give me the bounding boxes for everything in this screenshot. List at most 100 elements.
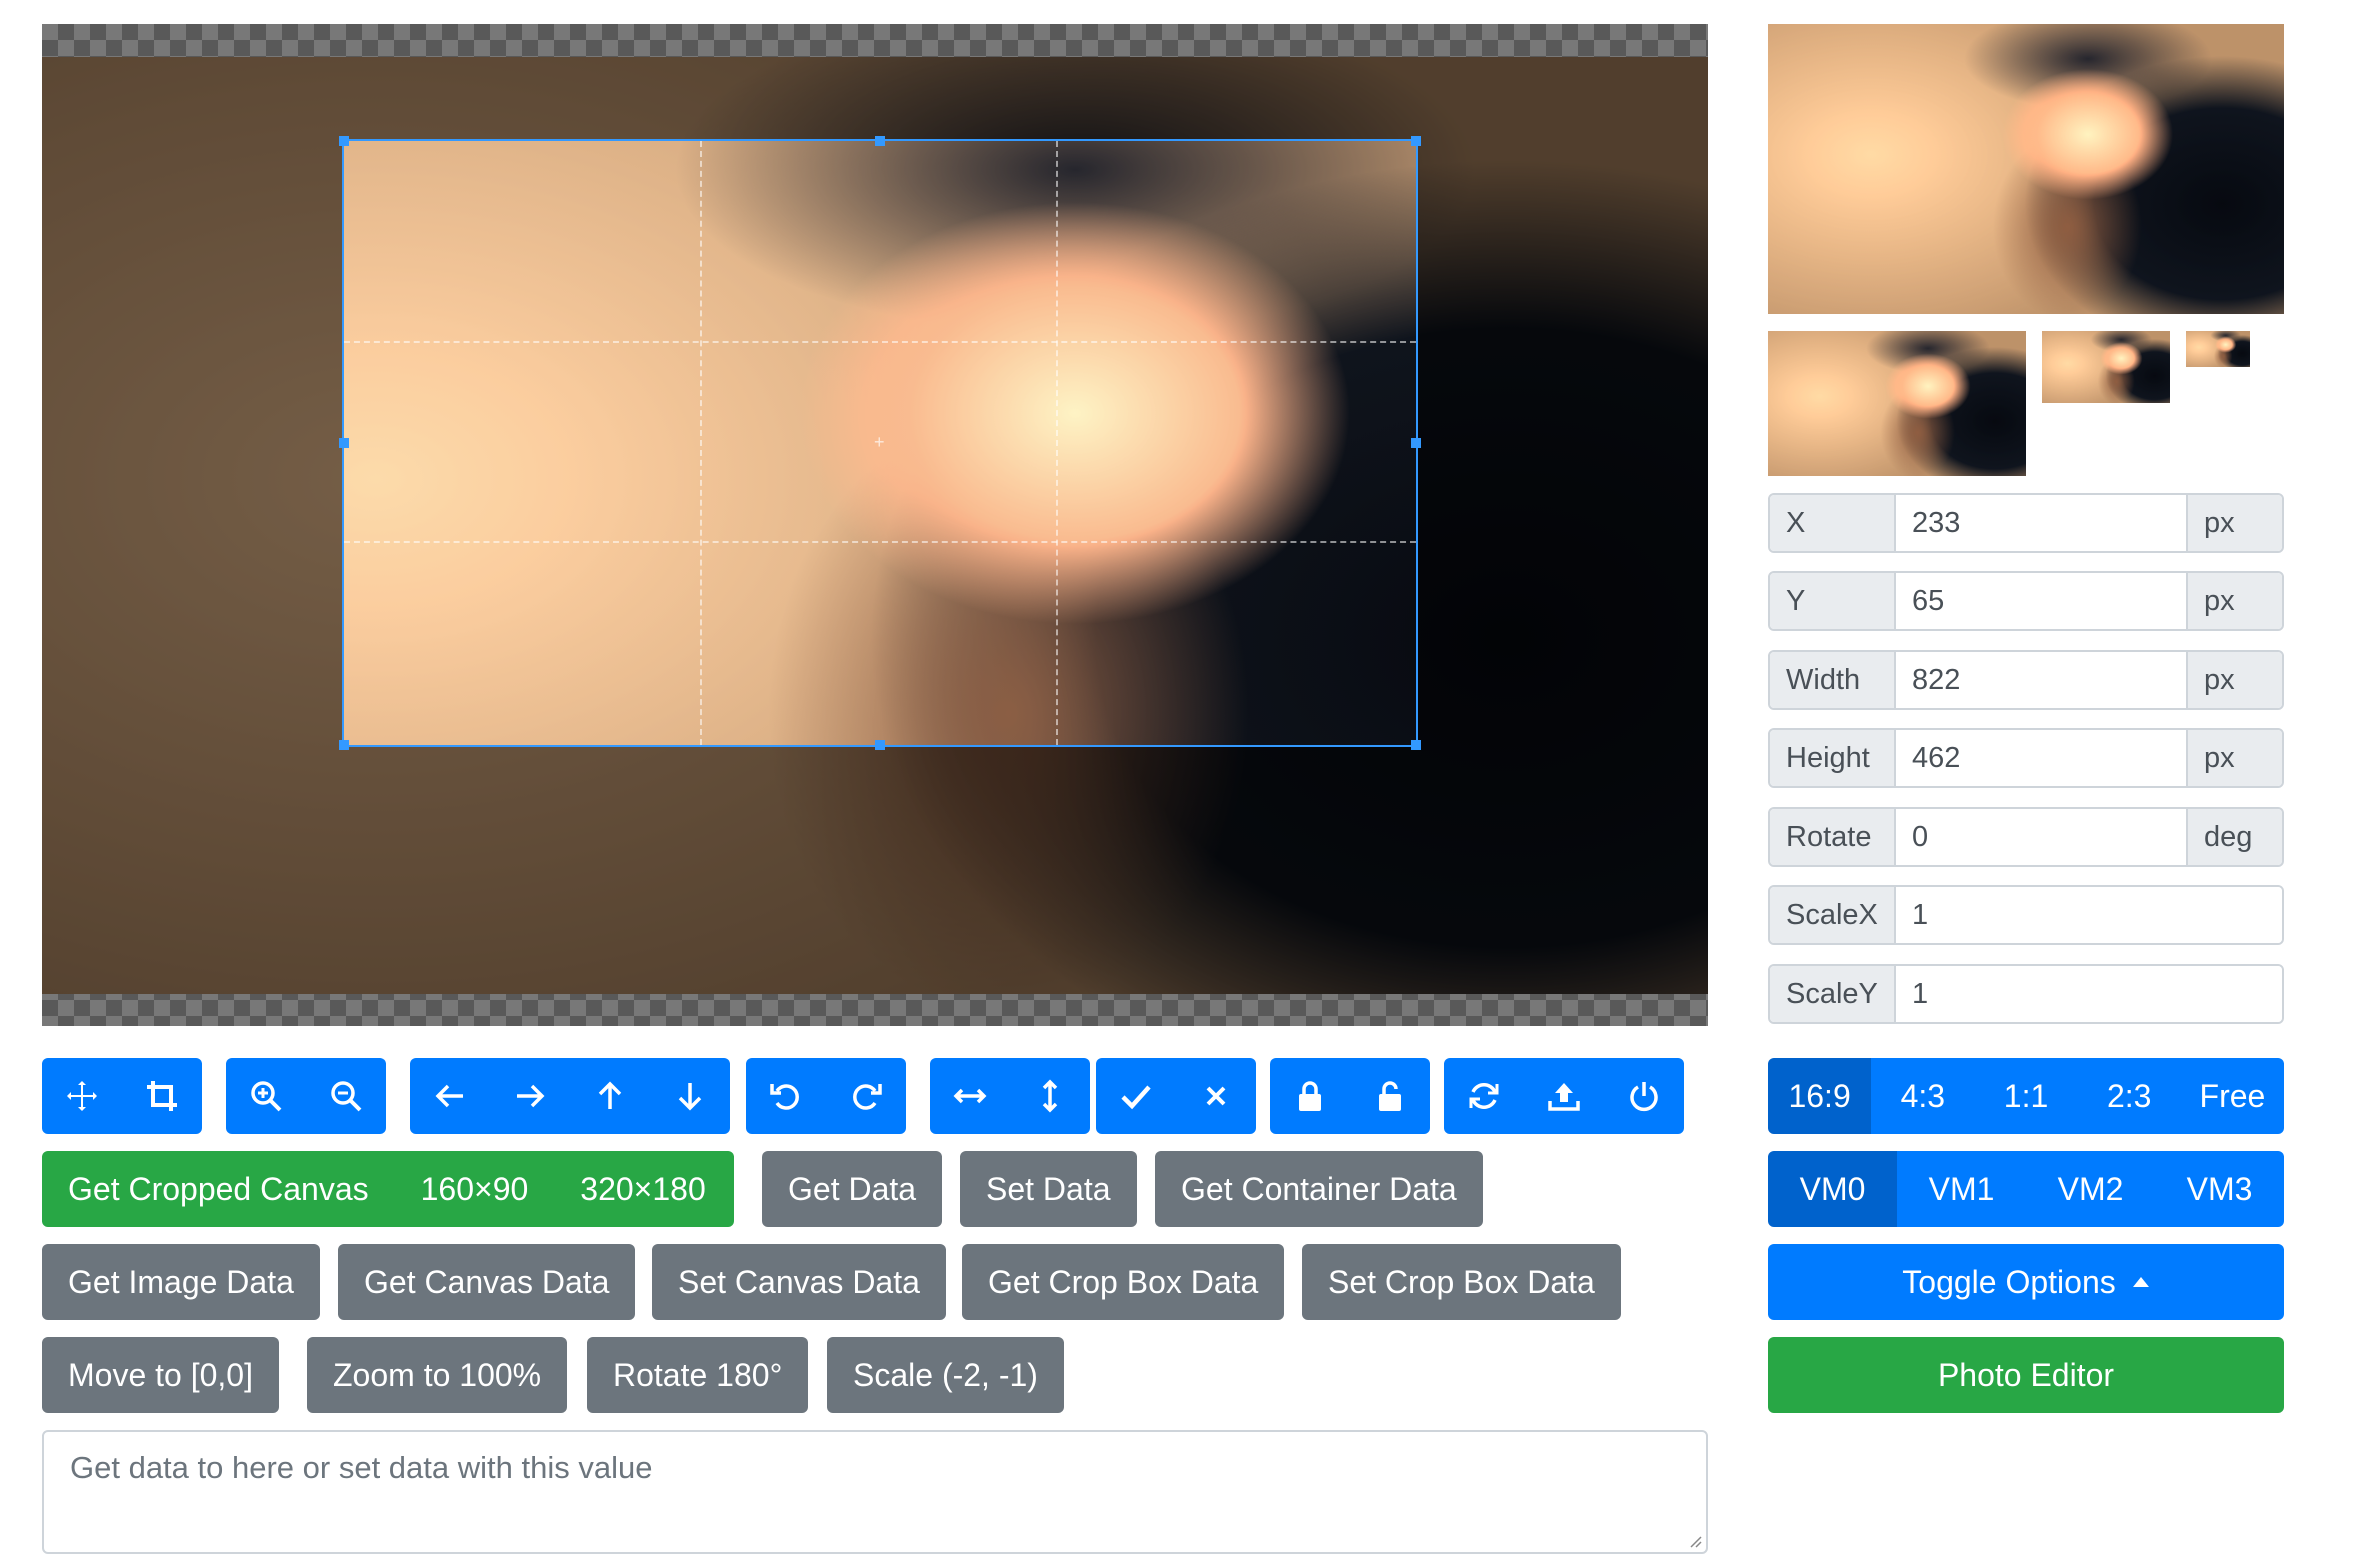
data-width-label: Width bbox=[1770, 652, 1896, 708]
data-rotate-input[interactable]: 0 bbox=[1896, 809, 2186, 865]
arrow-up-icon bbox=[598, 1081, 622, 1109]
data-width-unit: px bbox=[2186, 652, 2282, 708]
crop-guide-h1 bbox=[344, 341, 1416, 343]
aspect-ratio-16-9-button[interactable]: 16:9 bbox=[1768, 1058, 1872, 1134]
zoom-out-button[interactable] bbox=[306, 1058, 386, 1134]
move-icon bbox=[67, 1081, 97, 1111]
get-crop-box-data-button[interactable]: Get Crop Box Data bbox=[962, 1244, 1285, 1320]
data-height-unit: px bbox=[2186, 730, 2282, 786]
data-y-label: Y bbox=[1770, 573, 1896, 629]
check-button[interactable] bbox=[1096, 1058, 1176, 1134]
photo-editor-button[interactable]: Photo Editor bbox=[1768, 1337, 2284, 1413]
toggle-options-button[interactable]: Toggle Options bbox=[1768, 1244, 2284, 1320]
crop-handle-nw[interactable] bbox=[339, 136, 349, 146]
flip-horizontal-button[interactable] bbox=[930, 1058, 1010, 1134]
aspect-ratio-4-3-button[interactable]: 4:3 bbox=[1871, 1058, 1975, 1134]
toolbar-group-1 bbox=[42, 1058, 202, 1134]
cropped-canvas-160-button[interactable]: 160×90 bbox=[394, 1151, 555, 1227]
arrow-right-icon bbox=[517, 1084, 545, 1108]
scale-button[interactable]: Scale (-2, -1) bbox=[827, 1337, 1064, 1413]
view-mode-vm1-button[interactable]: VM1 bbox=[1897, 1151, 2026, 1227]
unlock-icon bbox=[1379, 1081, 1401, 1111]
textarea-placeholder: Get data to here or set data with this v… bbox=[70, 1450, 653, 1485]
data-scalex-group: ScaleX 1 bbox=[1768, 885, 2284, 945]
crop-handle-w[interactable] bbox=[339, 438, 349, 448]
aspect-ratio-2-3-button[interactable]: 2:3 bbox=[2077, 1058, 2181, 1134]
rotate-right-button[interactable] bbox=[826, 1058, 906, 1134]
preview-xsmall bbox=[2186, 331, 2250, 367]
toolbar-group-4 bbox=[746, 1058, 906, 1134]
set-canvas-data-button[interactable]: Set Canvas Data bbox=[652, 1244, 946, 1320]
toolbar-group-3 bbox=[410, 1058, 730, 1134]
get-cropped-canvas-group: Get Cropped Canvas 160×90 320×180 bbox=[42, 1151, 734, 1227]
preview-medium-image bbox=[1768, 331, 2026, 476]
data-y-group: Y 65 px bbox=[1768, 571, 2284, 631]
get-container-data-button[interactable]: Get Container Data bbox=[1155, 1151, 1483, 1227]
flip-vertical-button[interactable] bbox=[1010, 1058, 1090, 1134]
close-button[interactable] bbox=[1176, 1058, 1256, 1134]
view-mode-group: VM0 VM1 VM2 VM3 bbox=[1768, 1151, 2284, 1227]
crop-box[interactable]: + bbox=[342, 139, 1418, 747]
rotate-180-button[interactable]: Rotate 180° bbox=[587, 1337, 809, 1413]
preview-small-image bbox=[2042, 331, 2170, 403]
lock-icon bbox=[1299, 1081, 1321, 1111]
view-mode-vm3-button[interactable]: VM3 bbox=[2155, 1151, 2284, 1227]
rotate-left-button[interactable] bbox=[746, 1058, 826, 1134]
data-textarea[interactable]: Get data to here or set data with this v… bbox=[42, 1430, 1708, 1554]
get-data-button[interactable]: Get Data bbox=[762, 1151, 943, 1227]
crop-handle-se[interactable] bbox=[1411, 740, 1421, 750]
data-scaley-input[interactable]: 1 bbox=[1896, 966, 2282, 1022]
arrow-left-button[interactable] bbox=[410, 1058, 490, 1134]
rotate-right-icon bbox=[853, 1084, 882, 1110]
power-button[interactable] bbox=[1604, 1058, 1684, 1134]
resize-grip-icon[interactable] bbox=[1688, 1534, 1702, 1548]
check-icon bbox=[1121, 1085, 1151, 1110]
crop-handle-sw[interactable] bbox=[339, 740, 349, 750]
crop-handle-n[interactable] bbox=[875, 136, 885, 146]
get-image-data-button[interactable]: Get Image Data bbox=[42, 1244, 320, 1320]
move-to-origin-button[interactable]: Move to [0,0] bbox=[42, 1337, 279, 1413]
reset-button[interactable] bbox=[1444, 1058, 1524, 1134]
cropped-canvas-320-button[interactable]: 320×180 bbox=[554, 1151, 734, 1227]
crop-guide-v2 bbox=[1056, 141, 1058, 745]
unlock-button[interactable] bbox=[1350, 1058, 1430, 1134]
get-canvas-data-button[interactable]: Get Canvas Data bbox=[338, 1244, 636, 1320]
crop-handle-s[interactable] bbox=[875, 740, 885, 750]
data-scalex-input[interactable]: 1 bbox=[1896, 887, 2282, 943]
data-y-input[interactable]: 65 bbox=[1896, 573, 2186, 629]
preview-medium bbox=[1768, 331, 2026, 476]
preview-xsmall-image bbox=[2186, 331, 2250, 367]
arrow-right-button[interactable] bbox=[490, 1058, 570, 1134]
data-scaley-label: ScaleY bbox=[1770, 966, 1896, 1022]
move-button[interactable] bbox=[42, 1058, 122, 1134]
data-x-input[interactable]: 233 bbox=[1896, 495, 2186, 551]
data-x-group: X 233 px bbox=[1768, 493, 2284, 553]
view-mode-vm0-button[interactable]: VM0 bbox=[1768, 1151, 1897, 1227]
aspect-ratio-free-button[interactable]: Free bbox=[2180, 1058, 2284, 1134]
data-width-group: Width 822 px bbox=[1768, 650, 2284, 710]
cropper-container[interactable]: + bbox=[42, 24, 1708, 1026]
preview-small bbox=[2042, 331, 2170, 403]
power-icon bbox=[1630, 1082, 1658, 1112]
get-cropped-canvas-button[interactable]: Get Cropped Canvas bbox=[42, 1151, 395, 1227]
data-scaley-group: ScaleY 1 bbox=[1768, 964, 2284, 1024]
crop-button[interactable] bbox=[122, 1058, 202, 1134]
aspect-ratio-1-1-button[interactable]: 1:1 bbox=[1974, 1058, 2078, 1134]
set-crop-box-data-button[interactable]: Set Crop Box Data bbox=[1302, 1244, 1621, 1320]
data-y-unit: px bbox=[2186, 573, 2282, 629]
view-mode-vm2-button[interactable]: VM2 bbox=[2026, 1151, 2155, 1227]
data-height-input[interactable]: 462 bbox=[1896, 730, 2186, 786]
crop-icon bbox=[147, 1081, 177, 1111]
toolbar-group-5 bbox=[930, 1058, 1090, 1134]
upload-button[interactable] bbox=[1524, 1058, 1604, 1134]
data-x-unit: px bbox=[2186, 495, 2282, 551]
crop-handle-e[interactable] bbox=[1411, 438, 1421, 448]
arrow-down-button[interactable] bbox=[650, 1058, 730, 1134]
zoom-in-button[interactable] bbox=[226, 1058, 306, 1134]
crop-handle-ne[interactable] bbox=[1411, 136, 1421, 146]
zoom-to-100-button[interactable]: Zoom to 100% bbox=[307, 1337, 568, 1413]
lock-button[interactable] bbox=[1270, 1058, 1350, 1134]
arrow-up-button[interactable] bbox=[570, 1058, 650, 1134]
set-data-button[interactable]: Set Data bbox=[960, 1151, 1137, 1227]
data-width-input[interactable]: 822 bbox=[1896, 652, 2186, 708]
